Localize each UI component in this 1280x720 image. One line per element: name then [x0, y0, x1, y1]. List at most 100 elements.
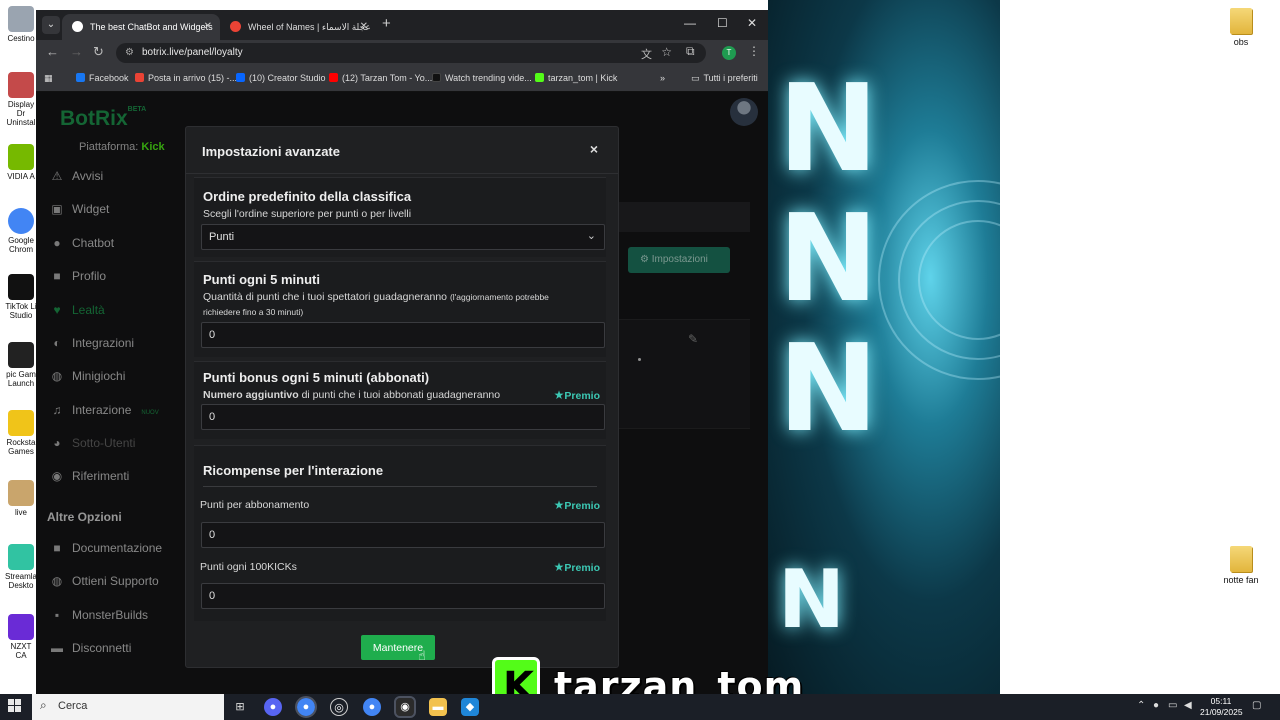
desktop-icon-chrome[interactable]: Google Chrom [4, 208, 38, 254]
all-bookmarks[interactable]: ▭ Tutti i preferiti [691, 73, 758, 84]
desktop-icon-label: NZXT CA [10, 642, 32, 660]
more-bookmarks-icon[interactable]: » [660, 73, 665, 83]
premium-badge-label: Premio [564, 562, 600, 574]
bookmark-kick[interactable]: tarzan_tom | Kick [535, 73, 617, 83]
desktop-icon-rockstar[interactable]: Rocksta Games [4, 410, 38, 456]
discord-icon[interactable]: ● [264, 698, 282, 716]
close-tab-icon[interactable]: ✕ [204, 21, 212, 32]
tiktok-icon [8, 274, 34, 300]
desktop-icon-label: TikTok Li Studio [5, 302, 37, 320]
points-5min-input[interactable]: 0 [201, 322, 605, 348]
maximize-icon[interactable]: ☐ [717, 16, 728, 30]
bookmark-facebook[interactable]: Facebook [76, 73, 129, 83]
desktop-icon-live[interactable]: live [4, 480, 38, 517]
bookmark-youtube[interactable]: (12) Tarzan Tom - Yo... [329, 73, 432, 83]
nvidia-icon [8, 144, 34, 170]
microphone-icon[interactable]: ● [1153, 700, 1159, 711]
ranking-select[interactable]: Punti ⌄ [201, 224, 605, 250]
apps-icon[interactable]: ▦ [44, 73, 53, 84]
live-file-icon [8, 480, 34, 506]
back-icon[interactable]: ← [46, 44, 59, 59]
youtube-icon [329, 73, 338, 82]
forward-icon[interactable]: → [70, 44, 83, 59]
chrome-profile-icon[interactable]: ● [363, 698, 381, 716]
desktop-icon-notte-fan-folder[interactable]: notte fan [1216, 546, 1266, 585]
subscription-points-input[interactable]: 0 [201, 522, 605, 548]
file-explorer-icon[interactable]: ▬ [429, 698, 447, 716]
clock[interactable]: 05:11 21/09/2025 [1200, 696, 1243, 718]
interaction-rewards-section: Ricompense per l'interazione Punti per a… [194, 445, 606, 621]
volume-icon[interactable]: ◀ [1184, 700, 1192, 711]
premium-badge-label: Premio [564, 390, 600, 402]
close-tab-icon[interactable]: ✕ [360, 21, 368, 32]
gmail-icon [135, 73, 144, 82]
points-5min-desc-text: Quantità di punti che i tuoi spettatori … [203, 291, 448, 303]
site-info-icon[interactable]: ⚙ [125, 47, 134, 58]
desktop-icon-epic-games[interactable]: pic Gam Launch [4, 342, 38, 388]
desktop-icon-nzxt-cam[interactable]: NZXT CA [4, 614, 38, 660]
advanced-settings-modal: Impostazioni avanzate × Ordine predefini… [185, 126, 619, 668]
desktop-icon-tiktok-studio[interactable]: TikTok Li Studio [4, 274, 38, 320]
bookmark-gmail[interactable]: Posta in arrivo (15) -... [135, 73, 237, 83]
network-icon[interactable]: ▭ [1168, 700, 1177, 711]
tray-overflow-icon[interactable]: ⌃ [1137, 700, 1145, 711]
premium-badge: ★Premio [554, 560, 600, 574]
display-driver-icon [8, 72, 34, 98]
search-icon: ⌕ [40, 698, 47, 712]
bookmark-label: tarzan_tom | Kick [548, 73, 618, 83]
bonus-5min-input[interactable]: 0 [201, 404, 605, 430]
address-bar: ← → ↻ ⚙ botrix.live/panel/loyalty 文 ☆ ⧉ … [36, 40, 768, 66]
star-icon: ★ [553, 560, 565, 574]
desktop-icon-label: Display Dr Uninstal [6, 100, 36, 127]
kicks-points-label: Punti ogni 100KICKs [200, 561, 297, 573]
desktop-icon-label: Streamla Deskto [4, 572, 37, 590]
menu-icon[interactable]: ⋮ [748, 44, 760, 58]
folder-outline-icon: ▭ [691, 73, 700, 83]
task-view-icon[interactable]: ⊞ [231, 698, 249, 716]
new-tab-icon[interactable]: + [382, 15, 391, 32]
bookmark-star-icon[interactable]: ☆ [661, 45, 672, 59]
obs-studio-icon[interactable]: ◉ [394, 696, 416, 718]
bookmark-creator-studio[interactable]: (10) Creator Studio [236, 73, 326, 83]
desktop-left-icons: Cestino Display Dr Uninstal VIDIA A Goog… [0, 0, 38, 694]
close-window-icon[interactable]: ✕ [747, 16, 757, 30]
desktop-icon-label: Google Chrom [8, 236, 34, 254]
folder-icon [1230, 546, 1252, 572]
bookmark-tiktok[interactable]: Watch trending vide... [432, 73, 532, 83]
modal-divider [186, 173, 618, 174]
close-icon[interactable]: × [590, 141, 598, 157]
desktop-icon-nvidia[interactable]: VIDIA A [4, 144, 38, 181]
url-field[interactable]: ⚙ botrix.live/panel/loyalty 文 ☆ [116, 43, 706, 63]
obs-icon[interactable]: ◎ [330, 698, 348, 716]
notifications-icon[interactable]: ▢ [1252, 700, 1261, 711]
tab-botrix[interactable]: The best ChatBot and Widgets ✕ [62, 14, 220, 40]
bonus-5min-desc-bold: Numero aggiuntivo [203, 389, 299, 401]
minimize-icon[interactable]: — [684, 16, 696, 30]
chrome-icon[interactable]: ● [295, 696, 317, 718]
chevron-down-icon: ⌄ [586, 230, 596, 242]
profile-avatar[interactable]: T [722, 46, 736, 60]
desktop-icon-label: pic Gam Launch [6, 370, 36, 388]
desktop-icon-streamlabs[interactable]: Streamla Deskto [4, 544, 38, 590]
desktop-icon-obs-folder[interactable]: obs [1216, 8, 1266, 47]
ranking-section: Ordine predefinito della classifica Sceg… [194, 177, 606, 257]
bookmark-label: Watch trending vide... [445, 73, 532, 83]
premium-badge: ★Premio [554, 498, 600, 512]
desktop-icon-recycle-bin[interactable]: Cestino [4, 6, 38, 43]
desktop-icon-label: Rocksta Games [6, 438, 36, 456]
extensions-icon[interactable]: ⧉ [686, 44, 695, 59]
bonus-5min-desc-text: di punti che i tuoi abbonati guadagneran… [298, 389, 501, 401]
kicks-points-input[interactable]: 0 [201, 583, 605, 609]
premium-badge: ★Premio [554, 388, 600, 402]
reload-icon[interactable]: ↻ [93, 44, 104, 60]
bonus-5min-description: Numero aggiuntivo di punti che i tuoi ab… [203, 388, 500, 403]
section-divider [203, 486, 597, 487]
folder-icon [1230, 8, 1252, 34]
store-icon[interactable]: ◆ [461, 698, 479, 716]
desktop-icon-display-driver[interactable]: Display Dr Uninstal [4, 72, 38, 127]
tab-search-button[interactable]: ⌄ [42, 16, 60, 34]
taskbar-search[interactable]: ⌕ Cerca [32, 694, 224, 720]
translate-icon[interactable]: 文 [641, 46, 652, 62]
tab-wheel-of-names[interactable]: Wheel of Names | عجلة الاسماء ✕ [220, 14, 376, 40]
windows-start-icon[interactable] [8, 699, 22, 713]
